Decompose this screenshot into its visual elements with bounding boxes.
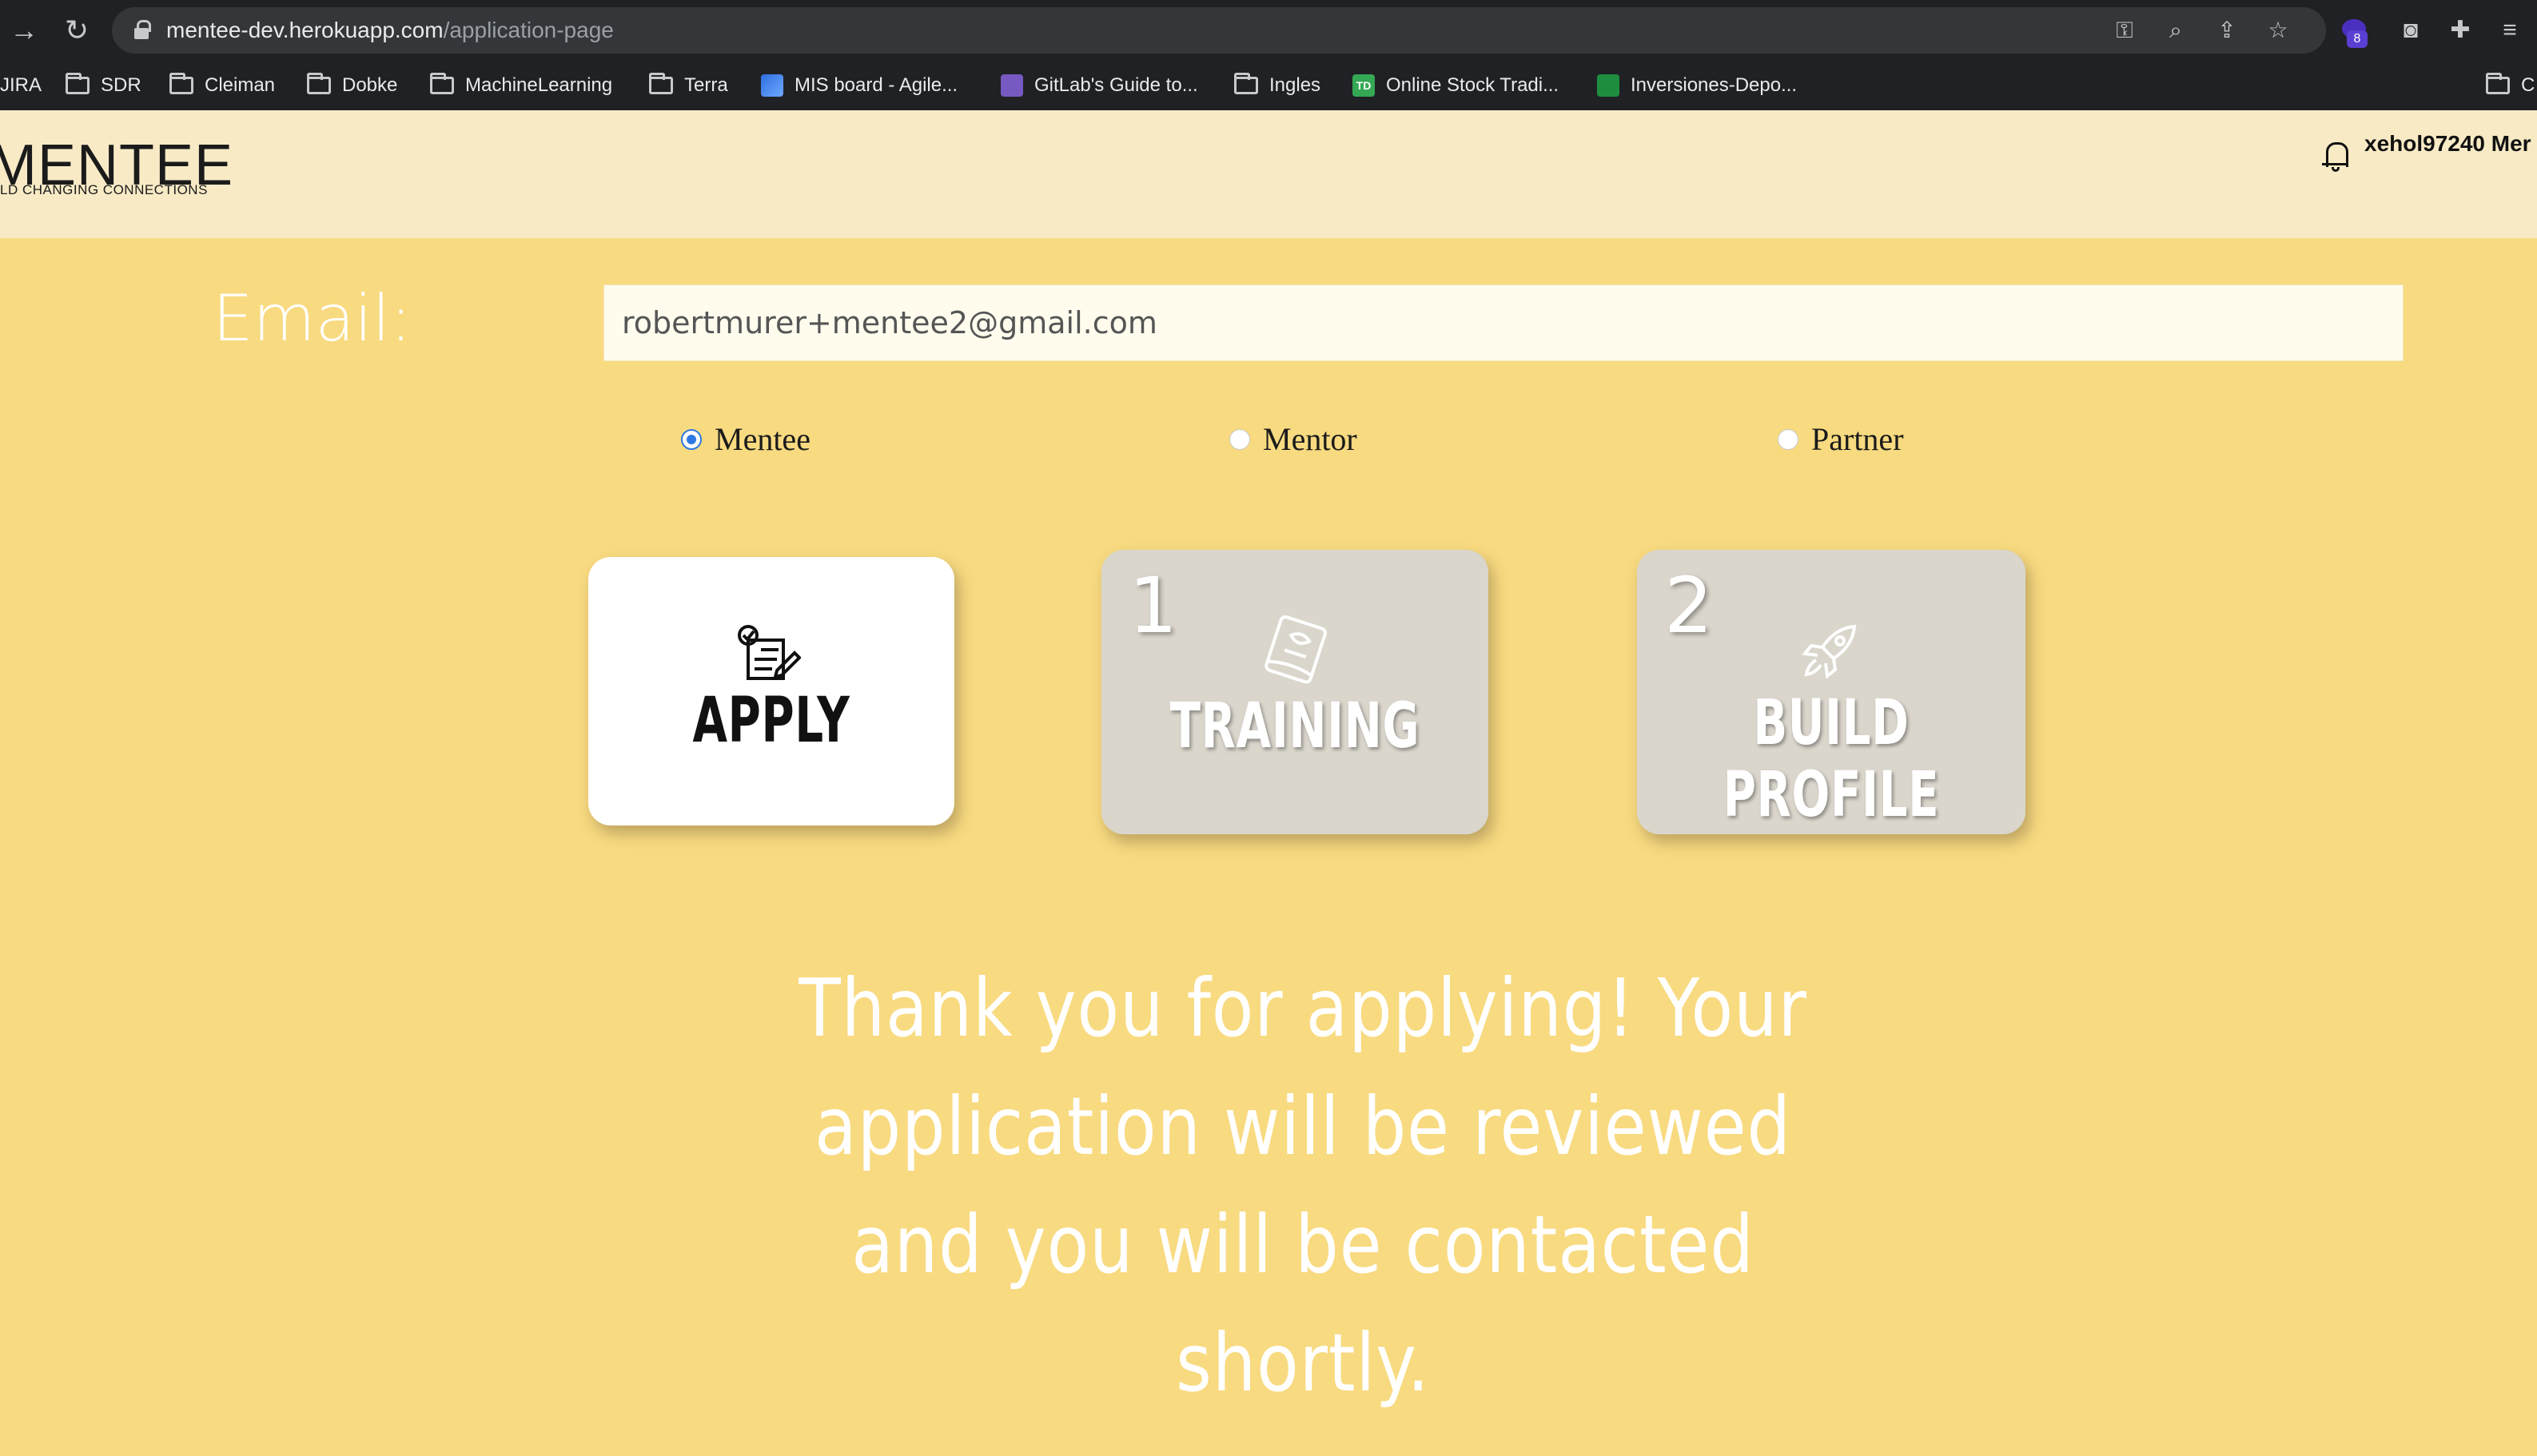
key-icon[interactable]: ⚿	[2110, 17, 2139, 44]
bookmark-label: Cleiman	[205, 74, 276, 96]
bookmark-label: Ingles	[1269, 74, 1321, 96]
bookmark-other[interactable]: C	[2486, 70, 2535, 101]
browser-toolbar: → ↻ mentee-dev.herokuapp.com/application…	[0, 0, 2537, 61]
bookmark-label: SDR	[101, 74, 141, 96]
role-option-partner[interactable]: Partner	[1778, 420, 1904, 458]
bookmark-label: MIS board - Agile...	[795, 74, 958, 96]
bookmarks-bar: JIRA SDR Cleiman Dobke MachineLearning T…	[0, 61, 2537, 110]
puzzle-icon[interactable]: ✚	[2444, 16, 2476, 45]
role-label-mentee: Mentee	[715, 421, 810, 457]
folder-icon	[66, 73, 90, 94]
bookmark-label: Online Stock Tradi...	[1386, 74, 1559, 96]
folder-icon	[1234, 73, 1258, 94]
confirmation-message: Thank you for applying! Your application…	[799, 961, 1807, 1410]
folder-icon	[430, 73, 454, 94]
email-field[interactable]	[603, 284, 2404, 361]
bookmark-cleiman[interactable]: Cleiman	[169, 70, 275, 101]
bookmark-mis-board[interactable]: MIS board - Agile...	[761, 70, 958, 101]
jira-icon	[761, 74, 783, 97]
forward-icon[interactable]: →	[8, 14, 40, 46]
book-icon	[1265, 615, 1327, 684]
step-label: TRAINING	[1169, 690, 1420, 762]
share-icon[interactable]: ⇪	[2212, 17, 2241, 44]
folder-icon	[169, 73, 193, 94]
bookmark-label: C	[2521, 74, 2535, 96]
role-label-mentor: Mentor	[1263, 421, 1357, 457]
bookmark-sdr[interactable]: SDR	[66, 70, 141, 101]
step-label: APPLY	[692, 685, 850, 757]
url-text: mentee-dev.herokuapp.com/application-pag…	[166, 18, 614, 42]
bookmark-label: GitLab's Guide to...	[1034, 74, 1198, 96]
role-label-partner: Partner	[1811, 421, 1904, 457]
application-icon	[738, 625, 801, 680]
folder-icon	[2486, 73, 2510, 94]
user-menu[interactable]: xehol97240 Mer	[2364, 131, 2531, 157]
role-option-mentor[interactable]: Mentor	[1229, 420, 1357, 458]
bookmark-jira[interactable]: JIRA	[0, 70, 42, 101]
address-bar[interactable]: mentee-dev.herokuapp.com/application-pag…	[112, 7, 2326, 54]
bookmark-label: Terra	[684, 74, 728, 96]
bookmark-machinelearning[interactable]: MachineLearning	[430, 70, 612, 101]
reload-icon[interactable]: ↻	[61, 14, 93, 46]
bookmark-ingles[interactable]: Ingles	[1234, 70, 1320, 101]
reading-list-icon[interactable]: ≡	[2494, 16, 2526, 45]
gitlab-icon	[1001, 74, 1023, 97]
folder-icon	[307, 73, 331, 94]
lock-icon	[134, 20, 151, 39]
rocket-icon	[1802, 624, 1857, 679]
radio-mentee[interactable]	[681, 428, 702, 450]
app-header: MENTEE LD CHANGING CONNECTIONS xehol9724…	[0, 110, 2537, 238]
bookmark-star-icon[interactable]: ☆	[2264, 17, 2292, 44]
camera-icon[interactable]: ◙	[2395, 16, 2427, 45]
step-card-training[interactable]: 1 TRAINING	[1101, 550, 1488, 834]
bookmark-dobke[interactable]: Dobke	[307, 70, 397, 101]
sheets-icon	[1597, 74, 1619, 97]
step-card-build-profile[interactable]: 2 BUILD PROFILE	[1637, 550, 2025, 834]
bell-icon[interactable]	[2321, 139, 2350, 174]
bookmark-label: Dobke	[342, 74, 398, 96]
bookmark-gitlab-guide[interactable]: GitLab's Guide to...	[1001, 70, 1198, 101]
bookmark-inversiones[interactable]: Inversiones-Depo...	[1597, 70, 1797, 101]
logo-tagline: LD CHANGING CONNECTIONS	[0, 182, 208, 197]
email-label: Email:	[213, 281, 412, 356]
radio-mentor[interactable]	[1229, 428, 1250, 450]
bookmark-online-stock[interactable]: TD Online Stock Tradi...	[1352, 70, 1559, 101]
bookmark-label: JIRA	[0, 74, 42, 96]
step-number: 1	[1129, 561, 1178, 650]
folder-icon	[649, 73, 673, 94]
bookmark-label: MachineLearning	[465, 74, 613, 96]
step-label: BUILD PROFILE	[1723, 687, 1940, 831]
radio-partner[interactable]	[1778, 428, 1798, 450]
td-icon: TD	[1352, 74, 1375, 97]
bookmark-label: Inversiones-Depo...	[1631, 74, 1798, 96]
zoom-icon[interactable]: ⌕	[2161, 17, 2190, 44]
step-card-apply[interactable]: APPLY	[588, 557, 954, 825]
extension-badge: 8	[2347, 30, 2368, 48]
step-number: 2	[1664, 561, 1714, 650]
bookmark-terra[interactable]: Terra	[649, 70, 728, 101]
role-option-mentee[interactable]: Mentee	[681, 420, 810, 458]
